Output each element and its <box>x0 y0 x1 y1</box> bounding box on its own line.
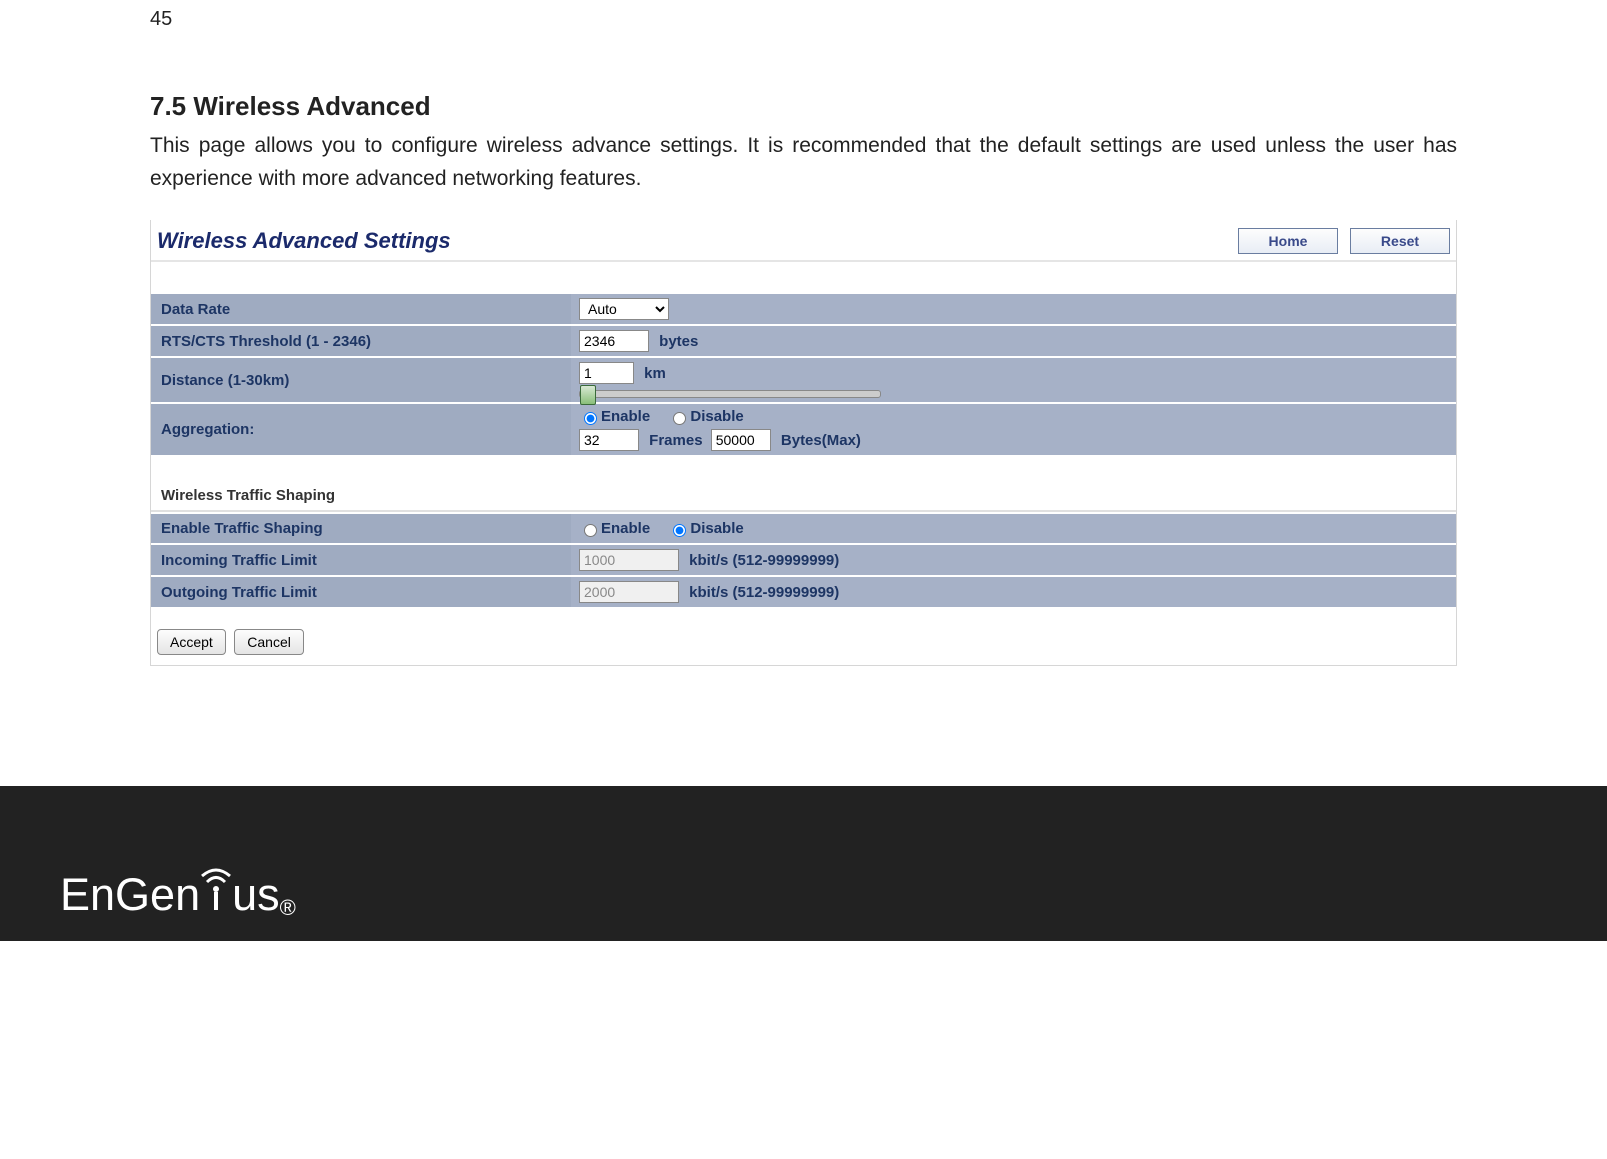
accept-button[interactable]: Accept <box>157 629 226 655</box>
traffic-shaping-heading: Wireless Traffic Shaping <box>151 457 1456 512</box>
section-intro-text: This page allows you to configure wirele… <box>150 130 1457 195</box>
row-incoming-limit: Incoming Traffic Limit kbit/s (512-99999… <box>151 544 1456 576</box>
aggregation-bytes-input[interactable] <box>711 429 771 451</box>
aggregation-enable-radio[interactable] <box>584 412 597 425</box>
brand-text-right: us <box>232 869 280 921</box>
outgoing-unit: kbit/s (512-99999999) <box>689 584 839 601</box>
traffic-enable-option[interactable]: Enable <box>579 520 650 537</box>
traffic-disable-option[interactable]: Disable <box>668 520 743 537</box>
distance-unit: km <box>644 365 666 382</box>
row-data-rate: Data Rate Auto <box>151 293 1456 325</box>
wifi-icon <box>196 862 236 923</box>
distance-slider[interactable] <box>579 390 881 398</box>
rts-input[interactable] <box>579 330 649 352</box>
incoming-unit: kbit/s (512-99999999) <box>689 552 839 569</box>
traffic-enable-radio[interactable] <box>584 524 597 537</box>
traffic-disable-radio[interactable] <box>673 524 686 537</box>
aggregation-disable-radio[interactable] <box>673 412 686 425</box>
section-heading: 7.5 Wireless Advanced <box>150 91 1457 122</box>
aggregation-frames-input[interactable] <box>579 429 639 451</box>
aggregation-bytes-label: Bytes(Max) <box>781 432 861 449</box>
page-number: 45 <box>150 8 1457 31</box>
label-enable-traffic: Enable Traffic Shaping <box>151 513 571 544</box>
panel-title: Wireless Advanced Settings <box>157 228 1226 254</box>
wireless-advanced-screenshot: Wireless Advanced Settings Home Reset Da… <box>150 220 1457 666</box>
aggregation-frames-label: Frames <box>649 432 702 449</box>
aggregation-enable-option[interactable]: Enable <box>579 408 650 425</box>
brand-registered: ® <box>280 895 296 921</box>
distance-input[interactable] <box>579 362 634 384</box>
row-enable-traffic-shaping: Enable Traffic Shaping Enable Disable <box>151 513 1456 544</box>
home-button[interactable]: Home <box>1238 228 1338 254</box>
label-rts: RTS/CTS Threshold (1 - 2346) <box>151 325 571 357</box>
aggregation-disable-option[interactable]: Disable <box>668 408 743 425</box>
brand-text-left: EnGen <box>60 869 200 921</box>
data-rate-select[interactable]: Auto <box>579 298 669 320</box>
page-footer: EnGen us ® <box>0 786 1607 941</box>
cancel-button[interactable]: Cancel <box>234 629 304 655</box>
incoming-input <box>579 549 679 571</box>
label-outgoing: Outgoing Traffic Limit <box>151 576 571 608</box>
brand-logo: EnGen us ® <box>60 862 296 921</box>
label-aggregation: Aggregation: <box>151 403 571 456</box>
reset-button[interactable]: Reset <box>1350 228 1450 254</box>
outgoing-input <box>579 581 679 603</box>
label-incoming: Incoming Traffic Limit <box>151 544 571 576</box>
row-aggregation: Aggregation: Enable Disable Frames Bytes… <box>151 403 1456 456</box>
label-distance: Distance (1-30km) <box>151 357 571 403</box>
distance-slider-thumb[interactable] <box>580 385 596 405</box>
row-outgoing-limit: Outgoing Traffic Limit kbit/s (512-99999… <box>151 576 1456 608</box>
rts-unit: bytes <box>659 333 698 350</box>
label-data-rate: Data Rate <box>151 293 571 325</box>
row-distance: Distance (1-30km) km <box>151 357 1456 403</box>
row-rts: RTS/CTS Threshold (1 - 2346) bytes <box>151 325 1456 357</box>
